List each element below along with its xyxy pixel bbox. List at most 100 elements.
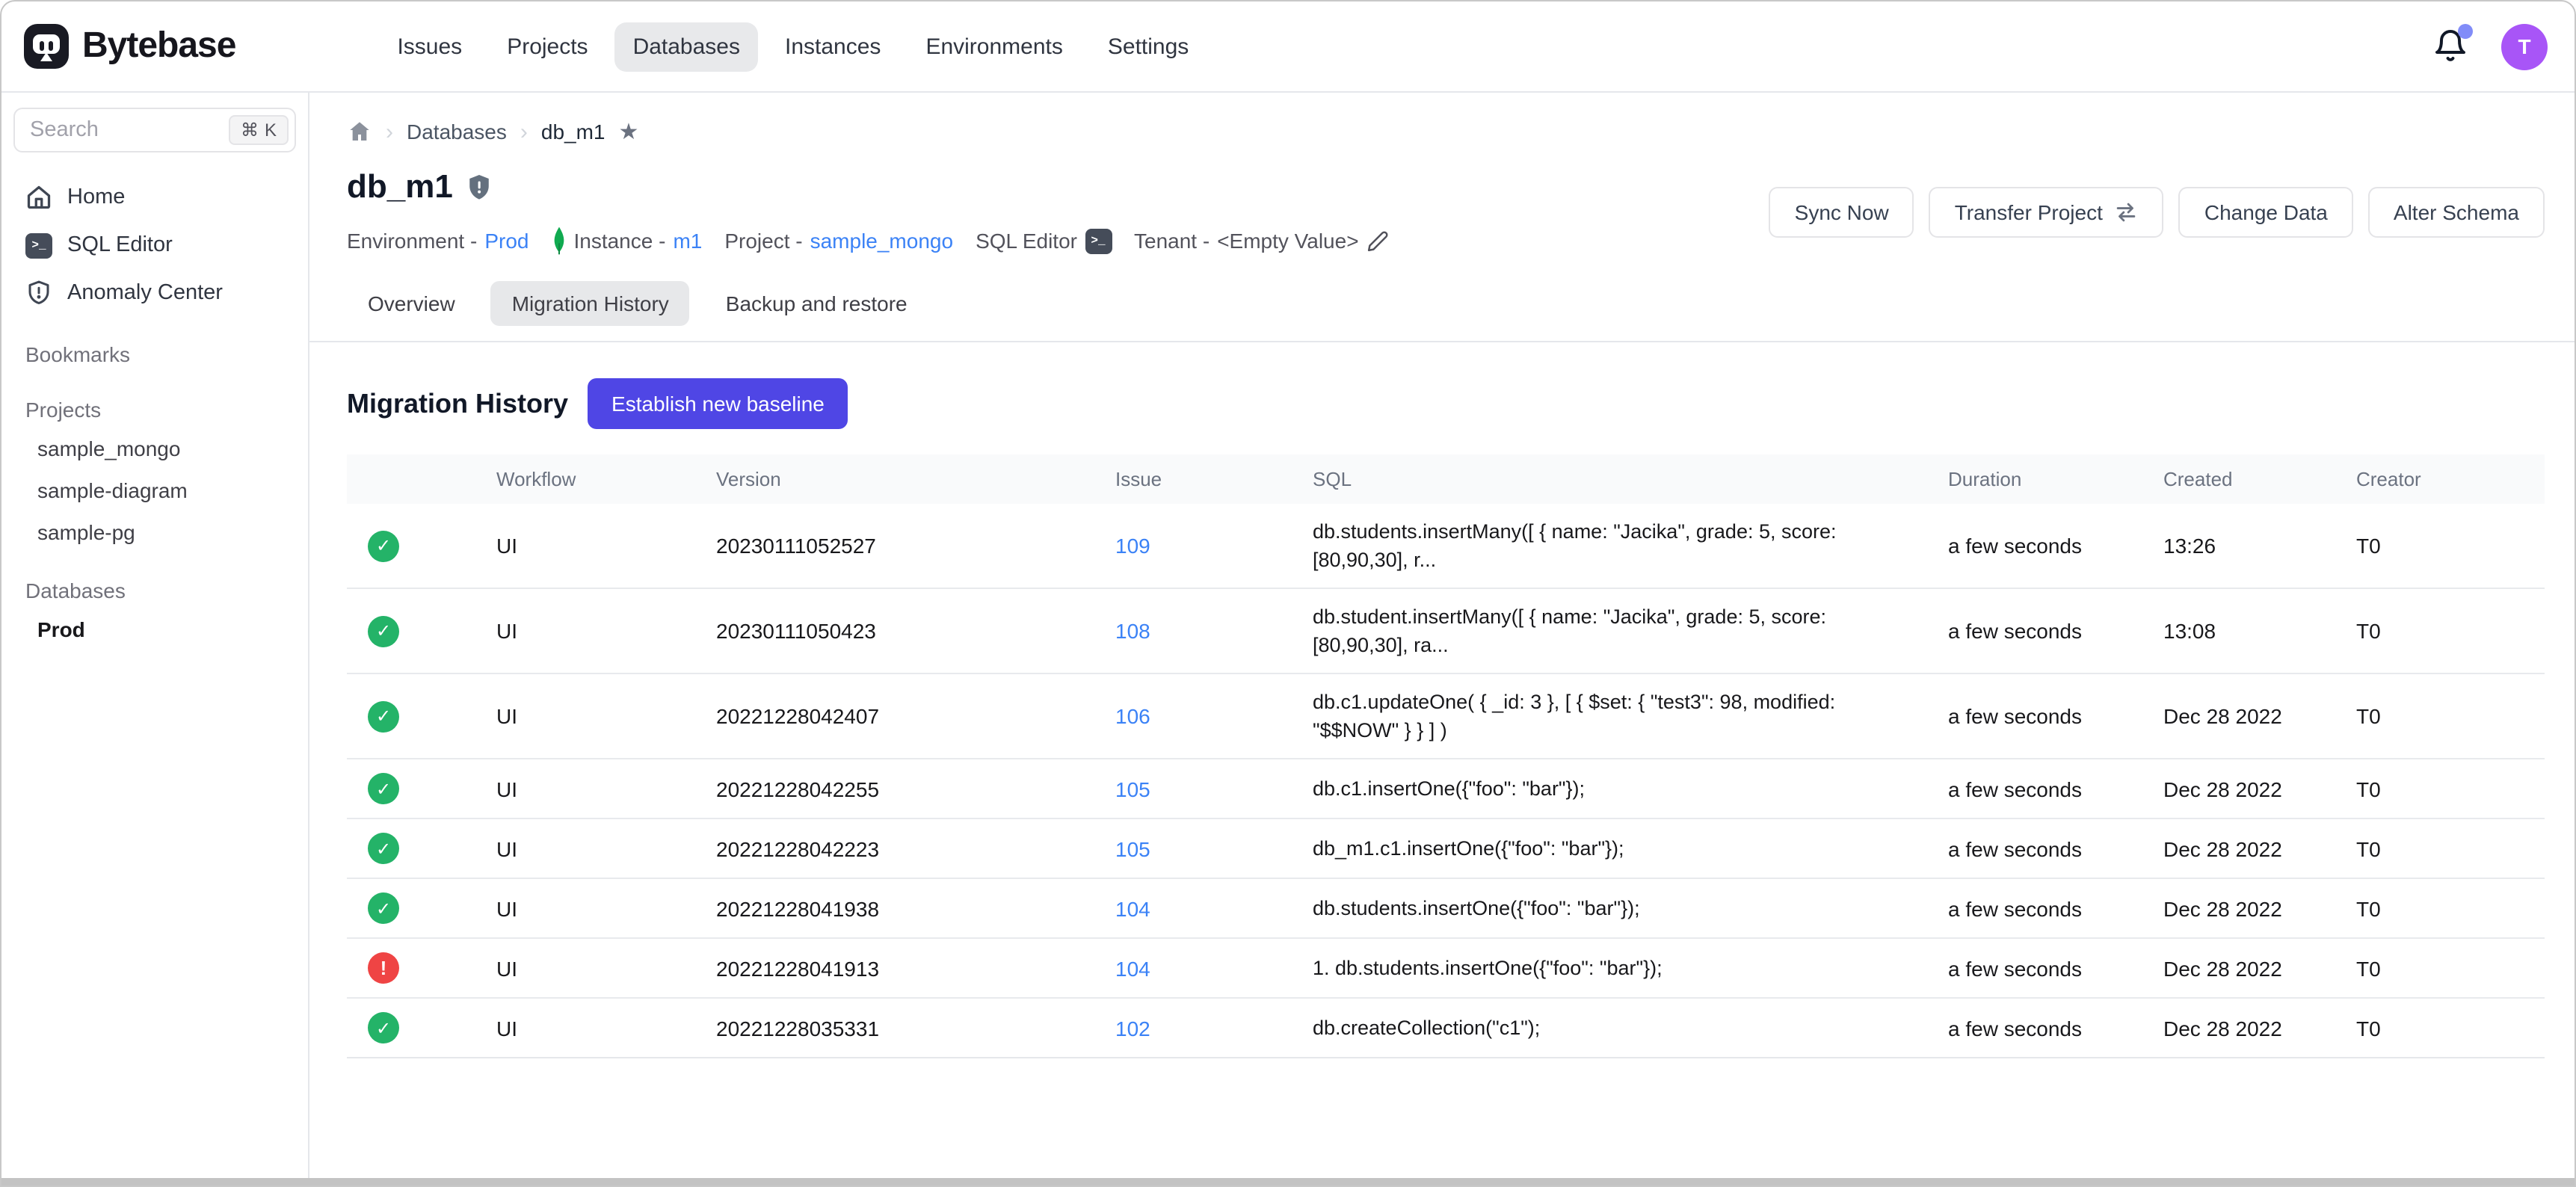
brand-name: Bytebase — [82, 25, 235, 67]
alter-schema-button[interactable]: Alter Schema — [2368, 186, 2545, 237]
tab-migration-history[interactable]: Migration History — [491, 281, 690, 326]
protected-shield-icon — [466, 173, 492, 201]
sql-cell: db.student.insertMany([ { name: "Jacika"… — [1292, 589, 1927, 673]
breadcrumb-databases[interactable]: Databases — [407, 120, 507, 144]
sidebar-item-prod[interactable]: Prod — [13, 608, 296, 650]
main-content: › Databases › db_m1 ★ db_m1 — [309, 93, 2575, 1178]
notification-bell-icon[interactable] — [2432, 28, 2468, 64]
issue-link[interactable]: 105 — [1115, 836, 1150, 860]
issue-link[interactable]: 104 — [1115, 956, 1150, 980]
table-row[interactable]: UI 20230111052527 109 db.students.insert… — [347, 504, 2545, 588]
breadcrumb-current: db_m1 — [541, 120, 606, 144]
nav-item-issues[interactable]: Issues — [379, 22, 480, 71]
edit-pencil-icon[interactable] — [1366, 229, 1389, 252]
sidebar-item-label: Home — [67, 185, 125, 209]
sidebar-item-sample-diagram[interactable]: sample-diagram — [13, 469, 296, 511]
sidebar-item-label: Anomaly Center — [67, 281, 223, 305]
sidebar-item-sample-pg[interactable]: sample-pg — [13, 511, 296, 553]
table-row[interactable]: UI 20230111050423 108 db.student.insertM… — [347, 588, 2545, 673]
status-icon — [368, 530, 399, 561]
created-cell: 13:26 — [2142, 520, 2335, 571]
created-cell: Dec 28 2022 — [2142, 823, 2335, 874]
sidebar-item-home[interactable]: Home — [13, 173, 296, 221]
creator-cell: T0 — [2335, 763, 2545, 814]
version-cell: 20221228041938 — [695, 883, 1094, 934]
tab-overview[interactable]: Overview — [347, 281, 476, 326]
table-row[interactable]: UI 20221228041938 104 db.students.insert… — [347, 878, 2545, 937]
version-cell: 20221228042255 — [695, 763, 1094, 814]
col-creator: Creator — [2335, 454, 2545, 504]
issue-link[interactable]: 109 — [1115, 534, 1150, 558]
workflow-cell: UI — [475, 1002, 695, 1053]
establish-baseline-button[interactable]: Establish new baseline — [588, 378, 848, 429]
issue-link[interactable]: 106 — [1115, 704, 1150, 728]
table-row[interactable]: UI 20221228042255 105 db.c1.insertOne({"… — [347, 758, 2545, 818]
col-status — [347, 466, 475, 493]
meta-sql-editor: SQL Editor >_ — [976, 228, 1112, 253]
status-icon — [368, 1012, 399, 1043]
sidebar-section-bookmarks: Bookmarks — [13, 336, 296, 372]
nav-item-instances[interactable]: Instances — [767, 22, 899, 71]
search-box: ⌘ K — [13, 108, 296, 152]
brand[interactable]: Bytebase — [22, 22, 235, 70]
creator-cell: T0 — [2335, 823, 2545, 874]
table-header-row: Workflow Version Issue SQL Duration Crea… — [347, 454, 2545, 504]
sql-cell: db_m1.c1.insertOne({"foo": "bar"}); — [1292, 821, 1927, 876]
sql-cell: 1. db.students.insertOne({"foo": "bar"})… — [1292, 940, 1927, 996]
project-link[interactable]: sample_mongo — [810, 229, 953, 253]
section-label: Databases — [13, 573, 296, 608]
issue-link[interactable]: 105 — [1115, 777, 1150, 801]
status-icon — [368, 892, 399, 924]
col-created: Created — [2142, 454, 2335, 504]
table-row[interactable]: UI 20221228042223 105 db_m1.c1.insertOne… — [347, 818, 2545, 878]
breadcrumb-home-icon[interactable] — [347, 120, 372, 144]
migration-section-head: Migration History Establish new baseline — [347, 378, 2545, 429]
created-cell: Dec 28 2022 — [2142, 1002, 2335, 1053]
search-input[interactable] — [30, 118, 229, 142]
nav-item-projects[interactable]: Projects — [489, 22, 606, 71]
sidebar-item-sql-editor[interactable]: >_ SQL Editor — [13, 221, 296, 269]
page-title: db_m1 — [347, 167, 453, 206]
nav-item-databases[interactable]: Databases — [615, 22, 758, 71]
creator-cell: T0 — [2335, 691, 2545, 742]
version-cell: 20230111052527 — [695, 520, 1094, 571]
sidebar-item-sample-mongo[interactable]: sample_mongo — [13, 428, 296, 469]
tab-backup-restore[interactable]: Backup and restore — [705, 281, 928, 326]
status-icon — [368, 833, 399, 864]
table-row[interactable]: UI 20221228042407 106 db.c1.updateOne( {… — [347, 673, 2545, 758]
workflow-cell: UI — [475, 883, 695, 934]
change-data-button[interactable]: Change Data — [2179, 186, 2353, 237]
issue-link[interactable]: 108 — [1115, 619, 1150, 643]
table-row[interactable]: UI 20221228041913 104 1. db.students.ins… — [347, 937, 2545, 997]
sql-cell: db.students.insertOne({"foo": "bar"}); — [1292, 881, 1927, 936]
environment-link[interactable]: Prod — [484, 229, 529, 253]
table-row[interactable]: UI 20221228035331 102 db.createCollectio… — [347, 997, 2545, 1057]
nav-item-environments[interactable]: Environments — [908, 22, 1080, 71]
version-cell: 20221228042407 — [695, 691, 1094, 742]
duration-cell: a few seconds — [1927, 691, 2142, 742]
instance-link[interactable]: m1 — [673, 229, 702, 253]
created-cell: Dec 28 2022 — [2142, 943, 2335, 993]
meta-tenant: Tenant - <Empty Value> — [1134, 229, 1389, 253]
sidebar-item-anomaly-center[interactable]: Anomaly Center — [13, 269, 296, 317]
workflow-cell: UI — [475, 763, 695, 814]
home-icon — [25, 184, 52, 211]
mongodb-leaf-icon — [551, 226, 566, 256]
shield-alert-icon — [25, 280, 52, 306]
sql-editor-terminal-icon[interactable]: >_ — [1085, 228, 1112, 253]
issue-link[interactable]: 102 — [1115, 1016, 1150, 1040]
sql-cell: db.c1.insertOne({"foo": "bar"}); — [1292, 761, 1927, 816]
user-avatar[interactable]: T — [2501, 23, 2548, 70]
nav-item-settings[interactable]: Settings — [1090, 22, 1207, 71]
migration-table: Workflow Version Issue SQL Duration Crea… — [347, 454, 2545, 1058]
sync-now-button[interactable]: Sync Now — [1769, 186, 1914, 237]
issue-link[interactable]: 104 — [1115, 896, 1150, 920]
status-icon — [368, 773, 399, 804]
breadcrumb: › Databases › db_m1 ★ — [347, 118, 2545, 145]
database-tabs: Overview Migration History Backup and re… — [347, 281, 2545, 326]
bytebase-logo-icon — [22, 22, 70, 70]
favorite-star-icon[interactable]: ★ — [619, 118, 639, 145]
transfer-project-button[interactable]: Transfer Project — [1929, 186, 2164, 237]
workflow-cell: UI — [475, 520, 695, 571]
creator-cell: T0 — [2335, 605, 2545, 656]
